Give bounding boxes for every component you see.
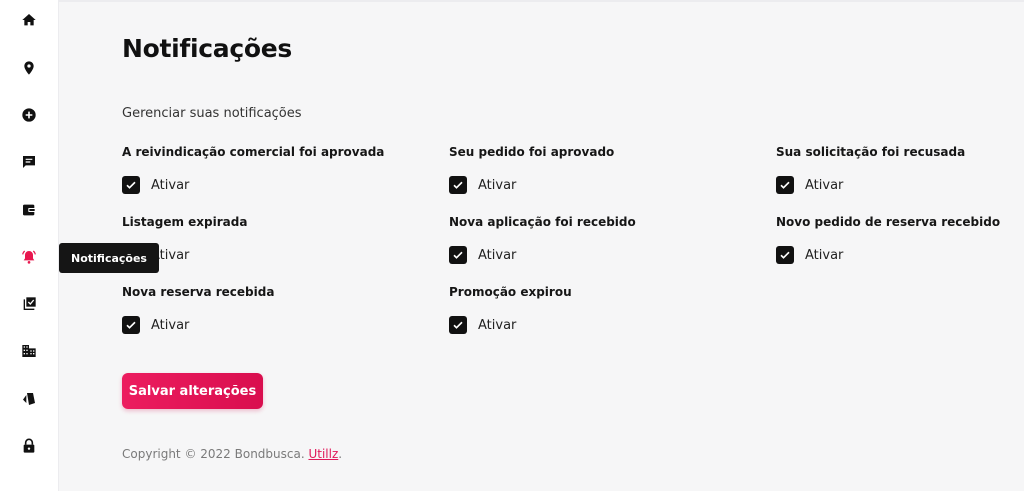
option-checkbox[interactable]: Ativar [449,176,729,194]
home-icon [22,14,36,26]
checkbox-box[interactable] [122,316,140,334]
wallet-icon [23,204,36,216]
notification-option: Sua solicitação foi recusada Ativar [776,144,1024,194]
sidebar-item-security[interactable] [14,431,44,461]
copyright-suffix: . [338,447,343,461]
sidebar-item-home[interactable] [14,5,44,35]
copyright-text: Copyright © 2022 Bondbusca. Utillz. [122,447,342,461]
save-changes-button[interactable]: Salvar alterações [122,373,263,409]
notification-option: Listagem expirada Ativar [122,214,402,264]
page-title: Notificações [122,34,292,63]
checkmark-icon [780,251,790,259]
page-subtitle: Gerenciar suas notificações [122,106,302,121]
notification-option: Nova aplicação foi recebido Ativar [449,214,729,264]
option-checkbox[interactable]: Ativar [776,176,1024,194]
checkmark-icon [126,321,136,329]
checkmark-icon [453,251,463,259]
buildings-icon [22,345,36,357]
checkbox-box[interactable] [122,176,140,194]
checkbox-label: Ativar [805,247,844,263]
sidebar-tooltip: Notificações [59,243,159,273]
notification-option: Nova reserva recebida Ativar [122,284,402,334]
lock-icon [23,438,35,453]
checkbox-box[interactable] [449,246,467,264]
sidebar [0,0,59,491]
checkbox-box[interactable] [776,176,794,194]
sidebar-item-add[interactable] [14,100,44,130]
option-checkbox[interactable]: Ativar [122,176,402,194]
sidebar-item-bookings[interactable] [14,289,44,319]
option-checkbox[interactable]: Ativar [449,246,729,264]
sidebar-item-location[interactable] [14,53,44,83]
checkbox-box[interactable] [776,246,794,264]
checkbox-label: Ativar [478,317,517,333]
option-label: A reivindicação comercial foi aprovada [122,145,385,159]
location-pin-icon [24,61,34,75]
sidebar-item-promotions[interactable] [14,384,44,414]
sidebar-item-wallet[interactable] [14,195,44,225]
checkbox-label: Ativar [478,247,517,263]
option-label: Listagem expirada [122,215,248,229]
checkbox-label: Ativar [151,177,190,193]
option-label: Sua solicitação foi recusada [776,145,966,159]
checkmark-icon [780,181,790,189]
sidebar-item-messages[interactable] [14,147,44,177]
checkmark-icon [453,181,463,189]
option-checkbox[interactable]: Ativar [776,246,1024,264]
checkmark-icon [126,181,136,189]
sidebar-item-listings[interactable] [14,336,44,366]
bell-alert-icon [22,250,36,264]
checkbox-box[interactable] [449,176,467,194]
checklist-icon [23,297,36,310]
checkbox-box[interactable] [449,316,467,334]
sidebar-item-notifications[interactable] [14,242,44,272]
option-label: Novo pedido de reserva recebido [776,215,1001,229]
option-checkbox[interactable]: Ativar [122,316,402,334]
notification-option: Seu pedido foi aprovado Ativar [449,144,729,194]
option-label: Nova aplicação foi recebido [449,215,636,229]
notification-option: Promoção expirou Ativar [449,284,729,334]
checkbox-label: Ativar [478,177,517,193]
chat-icon [23,156,35,168]
option-label: Promoção expirou [449,285,572,299]
checkmark-icon [453,321,463,329]
option-label: Nova reserva recebida [122,285,275,299]
checkbox-label: Ativar [805,177,844,193]
option-checkbox[interactable]: Ativar [449,316,729,334]
footer-link-utillz[interactable]: Utillz [308,447,338,461]
copyright-label: Copyright © 2022 Bondbusca. [122,447,309,461]
add-circle-icon [22,108,36,122]
checkbox-label: Ativar [151,317,190,333]
top-divider [58,0,1024,2]
option-label: Seu pedido foi aprovado [449,145,615,159]
notification-option: A reivindicação comercial foi aprovada A… [122,144,402,194]
option-checkbox[interactable]: Ativar [122,246,402,264]
notification-option: Novo pedido de reserva recebido Ativar [776,214,1024,264]
tag-icon [23,393,35,405]
